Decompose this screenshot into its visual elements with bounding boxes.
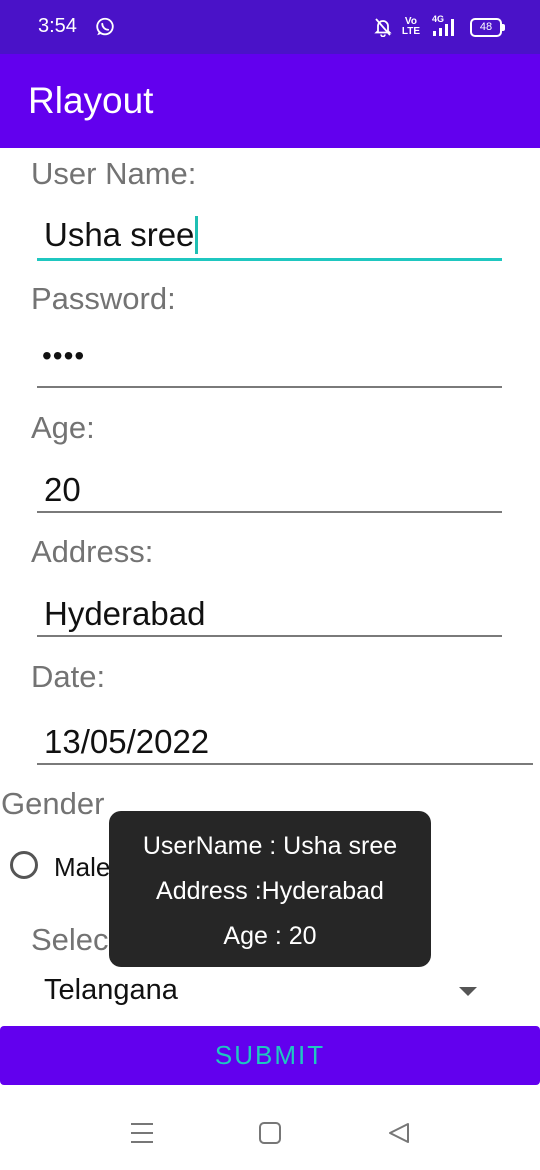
toast-line-age: Age : 20 xyxy=(223,922,317,950)
back-icon[interactable] xyxy=(387,1121,411,1145)
address-underline xyxy=(37,635,502,637)
username-underline xyxy=(37,258,502,261)
state-value: Telangana xyxy=(44,974,178,1006)
password-underline xyxy=(37,386,502,388)
date-underline xyxy=(37,763,533,765)
volte-icon: Vo LTE xyxy=(402,17,420,37)
dropdown-arrow-icon[interactable] xyxy=(459,987,477,996)
age-underline xyxy=(37,511,502,513)
status-icons: Vo LTE 4G 48 xyxy=(374,14,505,40)
password-value: •••• xyxy=(42,340,86,371)
male-radio-label: Male xyxy=(54,852,111,882)
home-icon[interactable] xyxy=(258,1121,282,1145)
text-cursor xyxy=(195,216,199,254)
submit-button[interactable]: SUBMIT xyxy=(0,1026,540,1085)
age-label: Age: xyxy=(31,410,95,445)
toast-line-address: Address :Hyderabad xyxy=(156,877,384,905)
address-value: Hyderabad xyxy=(44,595,206,632)
username-label: User Name: xyxy=(31,156,197,191)
app-bar: Rlayout xyxy=(0,54,540,148)
app-title: Rlayout xyxy=(28,80,154,121)
gender-label: Gender xyxy=(1,786,105,821)
status-bar: 3:54 Vo LTE 4G 48 xyxy=(0,0,540,54)
username-value: Usha sree xyxy=(44,216,195,253)
signal-icon: 4G xyxy=(430,14,460,38)
date-value: 13/05/2022 xyxy=(44,723,210,760)
date-label: Date: xyxy=(31,659,106,694)
radio-circle-icon[interactable] xyxy=(10,851,38,879)
battery-icon: 48 xyxy=(470,17,505,37)
state-label: Selec xyxy=(31,922,109,957)
menu-icon[interactable] xyxy=(130,1122,154,1144)
password-label: Password: xyxy=(31,281,176,316)
toast-message: UserName : Usha sree Address :Hyderabad … xyxy=(109,811,431,967)
muted-bell-icon xyxy=(374,18,392,37)
whatsapp-icon xyxy=(96,17,114,36)
age-value: 20 xyxy=(44,471,81,508)
status-time: 3:54 xyxy=(38,15,77,37)
toast-line-username: UserName : Usha sree xyxy=(142,832,398,860)
navigation-bar xyxy=(0,1098,540,1170)
volte-bottom: LTE xyxy=(401,26,420,37)
address-label: Address: xyxy=(31,534,154,569)
